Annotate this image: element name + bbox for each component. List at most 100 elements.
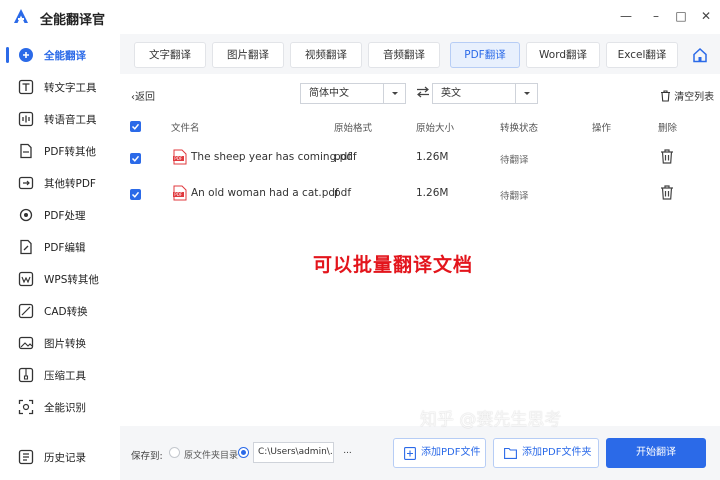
- row-format: pdf: [334, 151, 352, 163]
- tab-image-translate[interactable]: 图片翻译: [212, 42, 284, 68]
- header-format: 原始格式: [334, 123, 373, 134]
- add-pdf-folder-button[interactable]: 添加PDF文件夹: [493, 438, 599, 468]
- sidebar-item-translate[interactable]: 全能翻译: [0, 40, 120, 70]
- sidebar-item-label: PDF处理: [44, 209, 86, 222]
- sidebar-item-ocr[interactable]: 全能识别: [0, 392, 120, 422]
- translate-icon: [19, 48, 33, 62]
- source-language-select[interactable]: 简体中文: [300, 83, 406, 104]
- sidebar-item-label: 全能识别: [44, 401, 86, 414]
- row-checkbox[interactable]: [130, 153, 141, 164]
- svg-text:PDF: PDF: [174, 156, 183, 161]
- sidebar-item-label: PDF编辑: [44, 241, 86, 254]
- voice-icon: [18, 111, 34, 127]
- tab-audio-translate[interactable]: 音频翻译: [368, 42, 440, 68]
- pdf-process-icon: [19, 208, 33, 222]
- tab-video-translate[interactable]: 视频翻译: [290, 42, 362, 68]
- radio-custom-path[interactable]: [238, 447, 249, 458]
- browse-path-button[interactable]: ...: [333, 442, 361, 463]
- compress-icon: [18, 367, 34, 383]
- header-status: 转换状态: [500, 123, 539, 134]
- sidebar-item-label: 历史记录: [44, 451, 86, 464]
- table-row: PDF An old woman had a cat.pdf pdf 1.26M…: [120, 176, 720, 212]
- cad-icon: [18, 303, 34, 319]
- sidebar-item-label: 全能翻译: [44, 49, 86, 62]
- back-button[interactable]: ‹返回: [131, 88, 155, 103]
- tab-bar: 文字翻译 图片翻译 视频翻译 音频翻译 PDF翻译 Word翻译 Excel翻译: [120, 34, 720, 74]
- sidebar-item-label: WPS转其他: [44, 273, 99, 286]
- sidebar-item-label: 压缩工具: [44, 369, 86, 382]
- pdf-convert-icon: [20, 143, 32, 159]
- history-icon: [18, 449, 34, 465]
- tray-button[interactable]: –: [648, 8, 664, 24]
- delete-icon[interactable]: [660, 149, 674, 164]
- sidebar-item-pdf-edit[interactable]: PDF编辑: [0, 232, 120, 262]
- row-filename: An old woman had a cat.pdf: [191, 187, 339, 199]
- title-bar: 全能翻译官 — – □ ✕: [0, 0, 720, 34]
- app-title: 全能翻译官: [40, 13, 106, 28]
- scan-icon: [18, 399, 34, 415]
- sidebar-item-wps[interactable]: WPS转其他: [0, 264, 120, 294]
- pdf-edit-icon: [20, 239, 32, 255]
- tab-excel-translate[interactable]: Excel翻译: [606, 42, 678, 68]
- row-checkbox[interactable]: [130, 189, 141, 200]
- sidebar-item-label: CAD转换: [44, 305, 88, 318]
- radio-original-folder[interactable]: [169, 447, 180, 458]
- table-header: 文件名 原始格式 原始大小 转换状态 操作 删除: [120, 116, 720, 136]
- sidebar-item-history[interactable]: 历史记录: [0, 442, 120, 472]
- save-to-label: 保存到:: [131, 451, 163, 462]
- text-icon: [18, 79, 34, 95]
- target-language-select[interactable]: 英文: [432, 83, 538, 104]
- row-format: pdf: [334, 187, 352, 199]
- header-action: 操作: [592, 123, 612, 134]
- clear-list-button[interactable]: 清空列表: [660, 88, 714, 103]
- chevron-down-icon: [515, 84, 537, 103]
- sidebar-item-text-tool[interactable]: 转文字工具: [0, 72, 120, 102]
- sidebar-item-pdf-to-other[interactable]: PDF转其他: [0, 136, 120, 166]
- sidebar-item-label: PDF转其他: [44, 145, 96, 158]
- row-size: 1.26M: [416, 151, 449, 163]
- footer-bar: 保存到: 原文件夹目录 C:\Users\admin\... ... 添加PDF…: [120, 426, 720, 480]
- row-status: 待翻译: [500, 191, 529, 202]
- sidebar-item-label: 其他转PDF: [44, 177, 96, 190]
- row-size: 1.26M: [416, 187, 449, 199]
- tab-word-translate[interactable]: Word翻译: [526, 42, 600, 68]
- restore-button[interactable]: □: [673, 8, 689, 24]
- sidebar-item-voice-tool[interactable]: 转语音工具: [0, 104, 120, 134]
- header-size: 原始大小: [416, 123, 455, 134]
- sidebar-item-label: 转文字工具: [44, 81, 97, 94]
- start-translate-button[interactable]: 开始翻译: [606, 438, 706, 468]
- tab-pdf-translate[interactable]: PDF翻译: [450, 42, 520, 68]
- home-icon[interactable]: [692, 47, 708, 63]
- app-logo-icon: [14, 9, 28, 23]
- header-delete: 删除: [658, 123, 678, 134]
- radio-original-folder-label: 原文件夹目录: [184, 451, 239, 461]
- pdf-file-icon: PDF: [173, 185, 187, 201]
- watermark: 知乎 @赛先生思考: [420, 410, 562, 430]
- delete-icon[interactable]: [660, 185, 674, 200]
- to-pdf-icon: [18, 176, 34, 190]
- sidebar-item-image[interactable]: 图片转换: [0, 328, 120, 358]
- close-button[interactable]: ✕: [698, 8, 714, 24]
- image-icon: [18, 336, 34, 350]
- swap-icon[interactable]: [416, 86, 430, 98]
- sidebar-item-pdf-process[interactable]: PDF处理: [0, 200, 120, 230]
- folder-icon: [504, 447, 517, 459]
- pdf-file-icon: PDF: [173, 149, 187, 165]
- sidebar-item-other-to-pdf[interactable]: 其他转PDF: [0, 168, 120, 198]
- header-filename: 文件名: [171, 123, 200, 134]
- sidebar-item-label: 图片转换: [44, 337, 86, 350]
- add-file-icon: [404, 447, 416, 460]
- tab-text-translate[interactable]: 文字翻译: [134, 42, 206, 68]
- svg-text:PDF: PDF: [174, 192, 183, 197]
- row-status: 待翻译: [500, 155, 529, 166]
- select-all-checkbox[interactable]: [130, 121, 141, 132]
- batch-translate-annotation: 可以批量翻译文档: [313, 254, 474, 276]
- sidebar-item-cad[interactable]: CAD转换: [0, 296, 120, 326]
- sidebar: 全能翻译 转文字工具 转语音工具 PDF转其他 其他转PDF PDF处理 PDF…: [0, 34, 120, 480]
- sidebar-item-compress[interactable]: 压缩工具: [0, 360, 120, 390]
- table-row: PDF The sheep year has coming.pdf pdf 1.…: [120, 140, 720, 176]
- row-filename: The sheep year has coming.pdf: [191, 151, 357, 163]
- file-panel: ‹返回 简体中文 英文 清空列表 文件名 原始格式 原始大小 转换状态 操作 删…: [120, 74, 720, 456]
- minimize-button[interactable]: —: [618, 8, 634, 24]
- add-pdf-file-button[interactable]: 添加PDF文件: [393, 438, 486, 468]
